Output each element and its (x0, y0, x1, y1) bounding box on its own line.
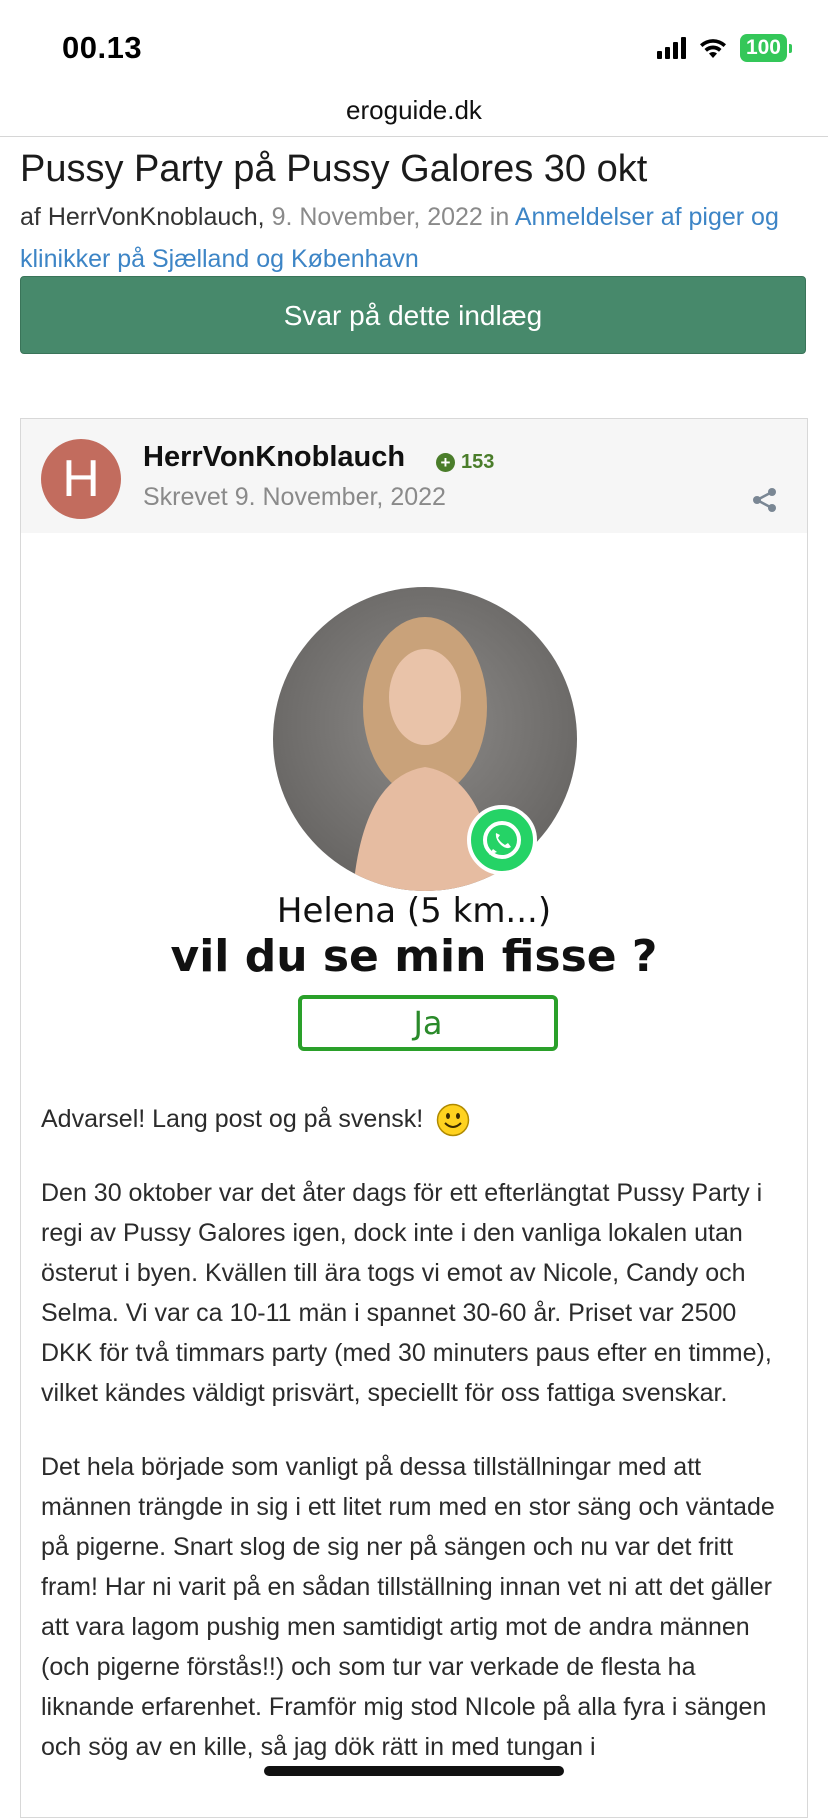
home-indicator[interactable] (264, 1766, 564, 1776)
post-card: H HerrVonKnoblauch + 153 Skrevet 9. Nove… (20, 418, 808, 1818)
status-time: 00.13 (62, 30, 143, 65)
topic-author-link[interactable]: HerrVonKnoblauch, (48, 203, 265, 231)
smile-emoji-icon (436, 1104, 470, 1137)
in-word: in (489, 203, 510, 231)
share-icon[interactable] (751, 487, 779, 513)
post-date: Skrevet 9. November, 2022 (143, 483, 446, 511)
reputation-badge: + 153 (436, 451, 494, 474)
address-bar[interactable]: eroguide.dk (0, 90, 828, 136)
ad-name-line: Helena (5 km...) (41, 891, 787, 931)
battery-level: 100 (739, 34, 787, 62)
topic-date: 9. November, 2022 (271, 203, 483, 231)
paragraph-2: Det hela började som vanligt på dessa ti… (41, 1453, 775, 1761)
reputation-count: 153 (461, 451, 495, 473)
by-prefix: af (20, 203, 41, 231)
warning-text: Advarsel! Lang post og på svensk! (41, 1105, 424, 1133)
ad-question: vil du se min fisse ? (170, 931, 658, 982)
wifi-icon (699, 39, 726, 58)
status-icons: 100 (656, 34, 792, 62)
status-bar: 00.13 100 (0, 0, 828, 96)
ad-distance: (5 km...) (406, 891, 552, 931)
topic-byline: af HerrVonKnoblauch, 9. November, 2022 i… (20, 196, 820, 280)
page-title: Pussy Party på Pussy Galores 30 okt (20, 148, 648, 190)
reply-button[interactable]: Svar på dette indlæg (20, 276, 806, 354)
post-author[interactable]: HerrVonKnoblauch (143, 441, 405, 474)
post-content: Advarsel! Lang post og på svensk! Den 30… (41, 1099, 791, 1801)
cellular-signal-icon (656, 37, 686, 59)
ad-name: Helena (276, 891, 397, 931)
whatsapp-icon (467, 805, 537, 875)
avatar[interactable]: H (41, 439, 121, 519)
divider (0, 136, 828, 137)
plus-circle-icon: + (436, 453, 455, 472)
post-header: H HerrVonKnoblauch + 153 Skrevet 9. Nove… (21, 419, 807, 533)
battery-icon: 100 (739, 34, 792, 62)
ad-banner[interactable]: Helena (5 km...) vil du se min fisse ? J… (41, 579, 787, 1051)
paragraph-1: Den 30 oktober var det åter dags för ett… (41, 1179, 772, 1407)
ad-yes-button[interactable]: Ja (298, 995, 558, 1051)
